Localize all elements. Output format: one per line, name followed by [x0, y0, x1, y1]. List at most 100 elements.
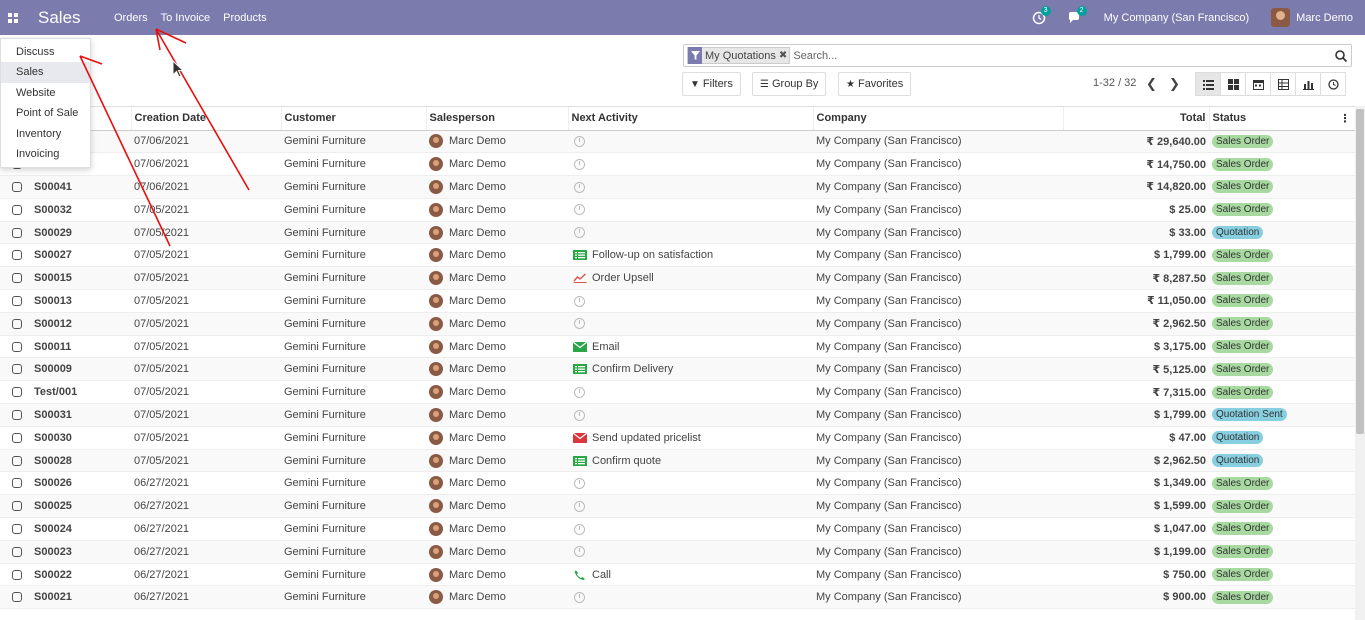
- clock-icon[interactable]: [574, 386, 585, 398]
- facet-remove-icon[interactable]: ✖: [779, 50, 789, 61]
- tasks-icon[interactable]: [573, 455, 587, 466]
- kanban-view-icon[interactable]: [1220, 72, 1246, 96]
- search-icon[interactable]: [1334, 49, 1348, 63]
- app-item-sales[interactable]: Sales: [1, 62, 90, 83]
- clock-icon[interactable]: [574, 318, 585, 330]
- table-row[interactable]: S00022 06/27/2021 Gemini Furniture Marc Dem…: [0, 563, 1355, 587]
- tasks-icon[interactable]: [573, 364, 587, 375]
- phone-icon[interactable]: [573, 570, 587, 580]
- list-view-icon[interactable]: [1195, 72, 1221, 96]
- app-item-discuss[interactable]: Discuss: [1, 42, 90, 62]
- menu-to-invoice[interactable]: To Invoice: [161, 12, 211, 24]
- pager-previous-icon[interactable]: ❮: [1146, 76, 1157, 92]
- table-row[interactable]: S00012 07/05/2021 Gemini Furniture Marc Dem…: [0, 312, 1355, 336]
- row-checkbox[interactable]: [12, 410, 22, 421]
- row-checkbox[interactable]: [12, 524, 22, 535]
- menu-orders[interactable]: Orders: [114, 12, 148, 24]
- row-checkbox[interactable]: [12, 318, 22, 329]
- app-item-invoicing[interactable]: Invoicing: [1, 144, 90, 164]
- table-row[interactable]: S00032 07/05/2021 Gemini Furniture Marc Dem…: [0, 198, 1355, 222]
- scrollbar-thumb[interactable]: [1356, 109, 1364, 434]
- activity-view-icon[interactable]: [1320, 72, 1346, 96]
- clock-icon[interactable]: [574, 204, 585, 216]
- table-row[interactable]: S00021 06/27/2021 Gemini Furniture Marc Dem…: [0, 585, 1355, 610]
- clock-icon[interactable]: [574, 500, 585, 512]
- trend-icon[interactable]: [573, 273, 587, 284]
- tasks-icon[interactable]: [573, 250, 587, 261]
- row-checkbox[interactable]: [12, 569, 22, 580]
- table-row[interactable]: 07/06/2021 Gemini Furniture Marc Demo My Co…: [0, 130, 1355, 154]
- table-row[interactable]: S00041 07/06/2021 Gemini Furniture Marc Dem…: [0, 175, 1355, 199]
- filters-button[interactable]: ▼ Filters: [682, 72, 741, 96]
- clock-icon[interactable]: [574, 295, 585, 307]
- row-checkbox[interactable]: [12, 227, 22, 238]
- row-checkbox[interactable]: [12, 296, 22, 307]
- graph-view-icon[interactable]: [1295, 72, 1321, 96]
- header-creation-date[interactable]: Creation Date: [131, 107, 282, 131]
- row-checkbox[interactable]: [12, 546, 22, 557]
- header-salesperson[interactable]: Salesperson: [426, 107, 569, 131]
- app-item-website[interactable]: Website: [1, 83, 90, 103]
- table-row[interactable]: S00024 06/27/2021 Gemini Furniture Marc Dem…: [0, 517, 1355, 541]
- header-total[interactable]: Total: [1063, 107, 1210, 131]
- user-menu[interactable]: Marc Demo: [1296, 12, 1353, 24]
- optional-columns-icon[interactable]: ⋮: [1340, 112, 1351, 125]
- clock-icon[interactable]: [574, 523, 585, 535]
- header-company[interactable]: Company: [813, 107, 1064, 131]
- user-avatar[interactable]: [1271, 8, 1291, 27]
- pivot-view-icon[interactable]: [1270, 72, 1296, 96]
- table-row[interactable]: S00011 07/05/2021 Gemini Furniture Marc Dem…: [0, 335, 1355, 359]
- table-row[interactable]: 07/06/2021 Gemini Furniture Marc Demo My Co…: [0, 152, 1355, 177]
- row-checkbox[interactable]: [12, 364, 22, 375]
- clock-icon[interactable]: [574, 477, 585, 489]
- activity-clock-icon[interactable]: 3: [1032, 5, 1051, 25]
- list-scrollbar[interactable]: [1355, 106, 1365, 620]
- header-next-activity[interactable]: Next Activity: [568, 107, 814, 131]
- favorites-button[interactable]: ★ Favorites: [838, 72, 912, 96]
- row-checkbox[interactable]: [12, 250, 22, 261]
- table-row[interactable]: S00023 06/27/2021 Gemini Furniture Marc Dem…: [0, 540, 1355, 564]
- table-row[interactable]: S00028 07/05/2021 Gemini Furniture Marc Dem…: [0, 449, 1355, 473]
- row-checkbox[interactable]: [12, 341, 22, 352]
- row-checkbox[interactable]: [12, 273, 22, 284]
- table-row[interactable]: S00029 07/05/2021 Gemini Furniture Marc Dem…: [0, 221, 1355, 245]
- clock-icon[interactable]: [574, 591, 585, 603]
- header-status[interactable]: Status ⋮: [1209, 107, 1355, 131]
- row-checkbox[interactable]: [12, 478, 22, 489]
- calendar-view-icon[interactable]: [1245, 72, 1271, 96]
- row-checkbox[interactable]: [12, 432, 22, 443]
- table-row[interactable]: S00027 07/05/2021 Gemini Furniture Marc Dem…: [0, 243, 1355, 268]
- table-row[interactable]: S00015 07/05/2021 Gemini Furniture Marc Dem…: [0, 266, 1355, 291]
- app-item-inventory[interactable]: Inventory: [1, 124, 90, 144]
- pager-value[interactable]: 1-32 / 32: [1093, 77, 1136, 89]
- clock-icon[interactable]: [574, 409, 585, 421]
- row-checkbox[interactable]: [12, 501, 22, 512]
- company-switcher[interactable]: My Company (San Francisco): [1104, 12, 1250, 24]
- email-green-icon[interactable]: [572, 341, 588, 352]
- clock-icon[interactable]: [574, 158, 585, 170]
- clock-icon[interactable]: [574, 181, 585, 193]
- pager-next-icon[interactable]: ❯: [1169, 76, 1180, 92]
- table-row[interactable]: S00031 07/05/2021 Gemini Furniture Marc Dem…: [0, 403, 1355, 427]
- row-checkbox[interactable]: [12, 455, 22, 466]
- group-by-button[interactable]: ☰ Group By: [752, 72, 827, 96]
- clock-icon[interactable]: [574, 135, 585, 147]
- messages-icon[interactable]: 2: [1068, 5, 1087, 25]
- clock-icon[interactable]: [574, 227, 585, 239]
- row-checkbox[interactable]: [12, 182, 22, 193]
- table-row[interactable]: S00025 06/27/2021 Gemini Furniture Marc Dem…: [0, 494, 1355, 519]
- table-row[interactable]: S00030 07/05/2021 Gemini Furniture Marc Dem…: [0, 426, 1355, 450]
- row-checkbox[interactable]: [12, 204, 22, 215]
- apps-menu-icon[interactable]: [1, 0, 25, 35]
- menu-products[interactable]: Products: [223, 12, 266, 24]
- header-customer[interactable]: Customer: [281, 107, 427, 131]
- table-row[interactable]: S00013 07/05/2021 Gemini Furniture Marc Dem…: [0, 289, 1355, 313]
- search-input[interactable]: [793, 49, 1334, 62]
- app-item-point-of-sale[interactable]: Point of Sale: [1, 103, 90, 123]
- email-red-icon[interactable]: [572, 432, 588, 443]
- row-checkbox[interactable]: [12, 387, 22, 398]
- table-row[interactable]: Test/001 07/05/2021 Gemini Furniture Marc D…: [0, 380, 1355, 405]
- clock-icon[interactable]: [574, 546, 585, 558]
- row-checkbox[interactable]: [12, 592, 22, 603]
- table-row[interactable]: S00009 07/05/2021 Gemini Furniture Marc Dem…: [0, 357, 1355, 382]
